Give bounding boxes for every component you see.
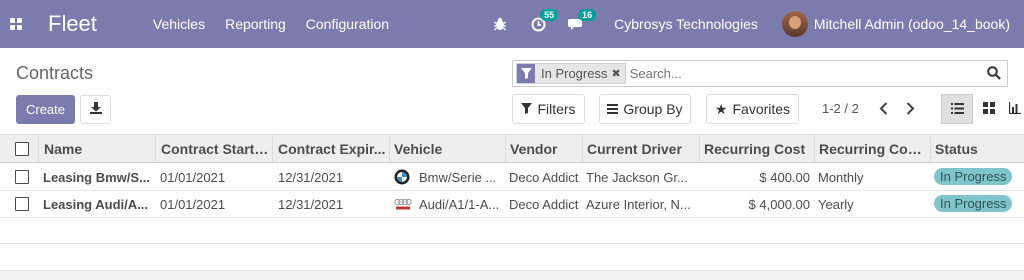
- pager-previous-icon[interactable]: [876, 100, 890, 116]
- search-input[interactable]: [629, 66, 970, 81]
- kanban-view-button[interactable]: [973, 94, 1005, 124]
- favorites-label: Favorites: [732, 101, 791, 117]
- export-download-button[interactable]: [80, 95, 111, 124]
- search-facet: In Progress ✖: [516, 63, 626, 84]
- table-footer: [0, 270, 1024, 280]
- list-view-icon: [950, 102, 964, 117]
- column-recurring-cost[interactable]: Recurring Cost: [704, 141, 814, 157]
- cell-recurring-frequency: Monthly: [818, 170, 864, 185]
- filters-label: Filters: [537, 101, 576, 117]
- select-all-checkbox[interactable]: [15, 142, 29, 156]
- cell-vehicle: Audi/A1/1-A...: [419, 197, 500, 212]
- message-count-badge: 16: [578, 9, 597, 21]
- graph-view-button[interactable]: [1005, 94, 1024, 124]
- cell-recurring-frequency: Yearly: [818, 197, 854, 212]
- contracts-list: Name Contract Start ... Contract Expir..…: [0, 134, 1024, 280]
- column-contract-expiry[interactable]: Contract Expir...: [278, 141, 386, 157]
- table-header: Name Contract Start ... Contract Expir..…: [0, 134, 1024, 163]
- audi-logo-icon: [394, 198, 412, 210]
- activity-count-badge: 55: [540, 9, 559, 21]
- table-row[interactable]: Leasing Audi/A... 01/01/2021 12/31/2021 …: [0, 191, 1024, 218]
- column-current-driver[interactable]: Current Driver: [587, 141, 697, 157]
- filters-button[interactable]: Filters: [512, 94, 585, 124]
- cell-vendor: Deco Addict: [509, 170, 579, 185]
- create-button[interactable]: Create: [16, 95, 75, 124]
- cell-vendor: Deco Addict: [509, 197, 579, 212]
- apps-menu-icon[interactable]: [0, 0, 32, 48]
- filter-funnel-icon: [517, 64, 535, 83]
- systray: 55 16 Cybrosys Technologies Mitchell Adm…: [490, 0, 1024, 48]
- facet-remove-icon[interactable]: ✖: [611, 67, 624, 80]
- filter-funnel-icon: [521, 101, 533, 117]
- app-brand[interactable]: Fleet: [48, 11, 97, 37]
- menu-vehicles[interactable]: Vehicles: [153, 16, 205, 32]
- kanban-grid-icon: [983, 101, 995, 117]
- top-navbar: Fleet Vehicles Reporting Configuration 5…: [0, 0, 1024, 48]
- cell-current-driver: The Jackson Gr...: [586, 170, 688, 185]
- column-contract-start[interactable]: Contract Start ...: [161, 141, 269, 157]
- group-by-label: Group By: [623, 101, 683, 117]
- row-checkbox[interactable]: [15, 197, 29, 211]
- row-checkbox[interactable]: [15, 170, 29, 184]
- breadcrumb: Contracts: [16, 63, 94, 83]
- bar-chart-icon: [1008, 101, 1021, 117]
- status-badge: In Progress: [934, 195, 1013, 212]
- list-bars-icon: [607, 101, 619, 117]
- pager-next-icon[interactable]: [903, 100, 917, 116]
- column-status[interactable]: Status: [935, 141, 1015, 157]
- menu-configuration[interactable]: Configuration: [306, 16, 389, 32]
- group-by-button[interactable]: Group By: [599, 94, 691, 124]
- bmw-logo-icon: [394, 169, 410, 185]
- cell-vehicle: Bmw/Serie ...: [419, 170, 497, 185]
- column-vehicle[interactable]: Vehicle: [394, 141, 502, 157]
- cell-recurring-cost: $ 4,000.00: [748, 197, 810, 212]
- list-view-button[interactable]: [941, 94, 973, 124]
- search-icon[interactable]: [987, 66, 1001, 83]
- user-avatar[interactable]: [781, 11, 808, 37]
- company-switcher[interactable]: Cybrosys Technologies: [614, 16, 758, 32]
- user-menu[interactable]: Mitchell Admin (odoo_14_book): [814, 16, 1010, 32]
- cell-name: Leasing Audi/A...: [43, 197, 148, 212]
- activity-clock-icon[interactable]: 55: [528, 9, 559, 34]
- column-name[interactable]: Name: [44, 141, 152, 157]
- debug-bug-icon[interactable]: [490, 14, 510, 34]
- empty-row: [0, 218, 1024, 244]
- main-menu: Vehicles Reporting Configuration: [153, 16, 409, 32]
- star-icon: ★: [714, 100, 728, 117]
- table-row[interactable]: Leasing Bmw/S... 01/01/2021 12/31/2021 B…: [0, 164, 1024, 191]
- download-icon: [89, 102, 102, 117]
- cell-contract-start: 01/01/2021: [160, 170, 226, 185]
- cell-recurring-cost: $ 400.00: [759, 170, 810, 185]
- column-recurring-cost-frequency[interactable]: Recurring Cost...: [819, 141, 929, 157]
- pager-value[interactable]: 1-2 / 2: [822, 101, 859, 116]
- cell-contract-expiry: 12/31/2021: [278, 170, 344, 185]
- facet-value: In Progress: [541, 66, 608, 81]
- favorites-button[interactable]: ★ Favorites: [706, 94, 799, 124]
- cell-contract-expiry: 12/31/2021: [278, 197, 344, 212]
- cell-name: Leasing Bmw/S...: [43, 170, 150, 185]
- column-vendor[interactable]: Vendor: [510, 141, 580, 157]
- menu-reporting[interactable]: Reporting: [225, 16, 286, 32]
- messages-chat-icon[interactable]: 16: [566, 9, 597, 34]
- cell-current-driver: Azure Interior, N...: [586, 197, 691, 212]
- search-bar[interactable]: In Progress ✖: [512, 60, 1008, 87]
- status-badge: In Progress: [934, 168, 1013, 185]
- cell-contract-start: 01/01/2021: [160, 197, 226, 212]
